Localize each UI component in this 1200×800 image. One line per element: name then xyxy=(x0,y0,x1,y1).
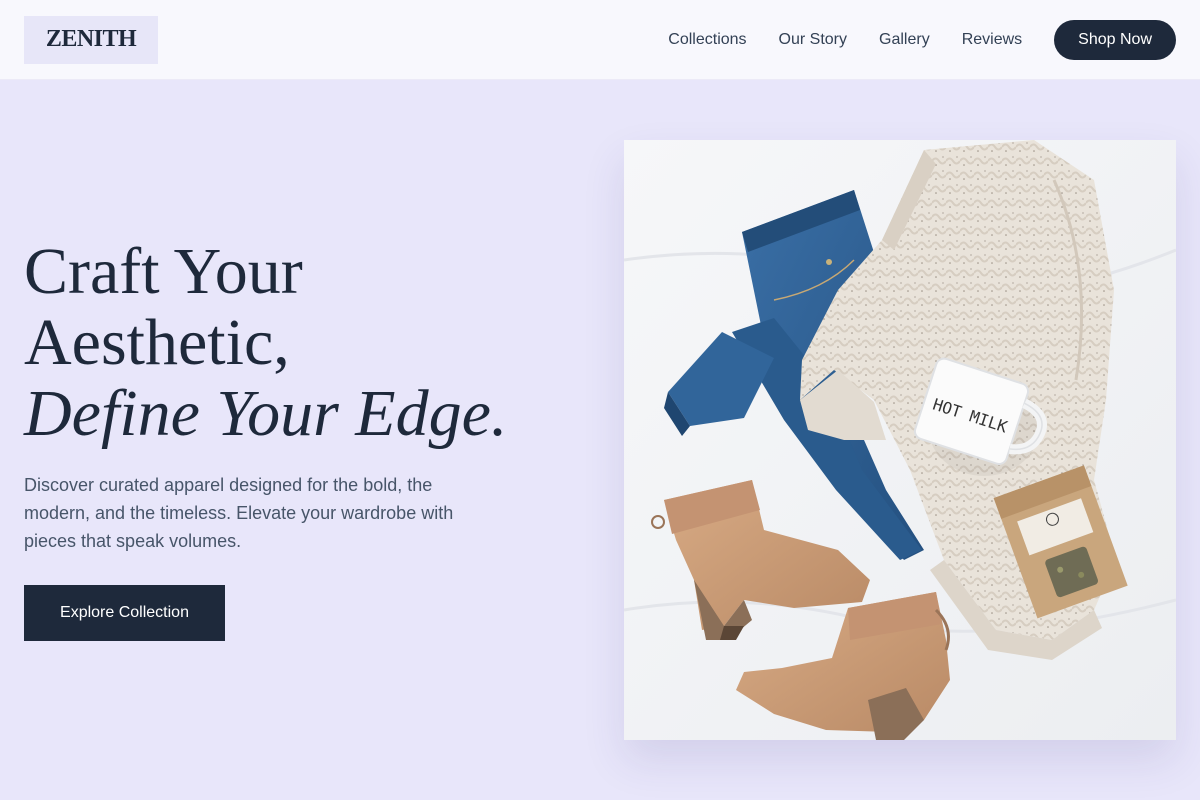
hero-section: Craft Your Aesthetic, Define Your Edge. … xyxy=(24,236,584,641)
hero-headline: Craft Your Aesthetic, Define Your Edge. xyxy=(24,236,584,449)
nav-link-collections[interactable]: Collections xyxy=(668,31,746,49)
shop-now-button[interactable]: Shop Now xyxy=(1054,19,1176,60)
brand-logo[interactable]: ZENITH xyxy=(24,15,158,64)
nav-link-gallery[interactable]: Gallery xyxy=(879,31,930,49)
headline-line-2: Aesthetic, xyxy=(24,306,290,379)
explore-collection-button[interactable]: Explore Collection xyxy=(24,585,225,641)
hero-image: HOT MILK xyxy=(624,140,1176,740)
flat-lay-photo: HOT MILK xyxy=(624,140,1176,740)
hero-description: Discover curated apparel designed for th… xyxy=(24,475,454,551)
headline-line-3: Define Your Edge. xyxy=(24,377,508,450)
site-header: ZENITH Collections Our Story Gallery Rev… xyxy=(0,0,1200,80)
main-nav: Collections Our Story Gallery Reviews Sh… xyxy=(668,19,1176,60)
headline-line-1: Craft Your xyxy=(24,235,303,308)
nav-link-reviews[interactable]: Reviews xyxy=(962,31,1022,49)
nav-link-our-story[interactable]: Our Story xyxy=(779,31,847,49)
